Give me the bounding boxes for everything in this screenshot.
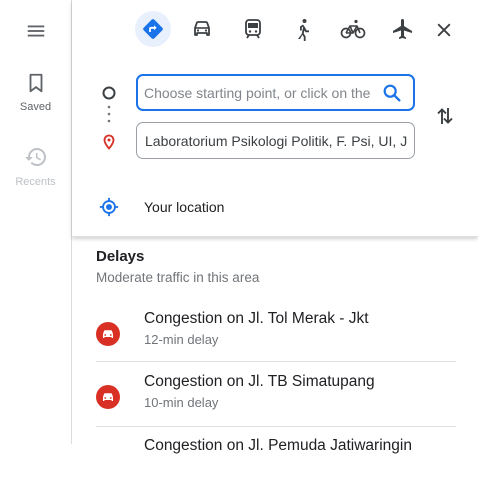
history-icon bbox=[24, 148, 46, 166]
close-icon bbox=[437, 23, 451, 37]
swap-vertical-icon bbox=[437, 108, 453, 124]
delay-item-duration: 12-min delay bbox=[144, 332, 219, 347]
bookmark-icon bbox=[29, 73, 42, 93]
delay-item-title: Congestion on Jl. Pemuda Jatiwaringin bbox=[144, 437, 412, 454]
starting-point-field[interactable] bbox=[136, 74, 415, 111]
menu-icon bbox=[27, 25, 44, 37]
delay-item-title: Congestion on Jl. TB Simatupang bbox=[144, 373, 375, 390]
traffic-incident-icon bbox=[96, 385, 120, 409]
mode-transit-button[interactable] bbox=[235, 11, 271, 47]
delay-item[interactable]: Congestion on Jl. Pemuda Jatiwaringin bbox=[96, 437, 456, 499]
directions-panel: Laboratorium Psikologi Politik, F. Psi, … bbox=[72, 0, 478, 237]
delay-item-duration: 10-min delay bbox=[144, 395, 219, 410]
traffic-incident-icon bbox=[96, 322, 120, 346]
search-icon bbox=[383, 84, 401, 102]
destination-field[interactable]: Laboratorium Psikologi Politik, F. Psi, … bbox=[136, 122, 415, 159]
left-rail: Saved Recents bbox=[0, 0, 72, 444]
airplane-icon bbox=[393, 19, 412, 39]
close-directions-button[interactable] bbox=[430, 16, 458, 44]
delay-item[interactable]: Congestion on Jl. Tol Merak - Jkt 12-min… bbox=[96, 310, 456, 372]
destination-input[interactable]: Laboratorium Psikologi Politik, F. Psi, … bbox=[137, 133, 407, 149]
recents-button[interactable]: Recents bbox=[0, 145, 71, 191]
destination-pin-icon bbox=[103, 134, 115, 150]
divider bbox=[96, 361, 456, 362]
mode-cycling-button[interactable] bbox=[335, 11, 371, 47]
mode-driving-button[interactable] bbox=[184, 11, 220, 47]
diamond-directions-icon bbox=[143, 19, 163, 39]
train-icon bbox=[245, 19, 261, 39]
swap-points-button[interactable] bbox=[433, 104, 457, 128]
route-markers bbox=[102, 86, 116, 150]
divider bbox=[96, 426, 456, 427]
recents-label: Recents bbox=[15, 176, 56, 188]
mode-walking-button[interactable] bbox=[285, 11, 321, 47]
your-location-row[interactable]: Your location bbox=[72, 180, 478, 232]
my-location-icon bbox=[99, 197, 119, 217]
saved-button[interactable]: Saved bbox=[0, 72, 71, 116]
delays-heading: Delays bbox=[96, 248, 145, 265]
walking-icon bbox=[298, 19, 309, 41]
your-location-label: Your location bbox=[144, 199, 225, 215]
bicycle-icon bbox=[340, 19, 366, 39]
delays-subtitle: Moderate traffic in this area bbox=[96, 270, 260, 285]
delay-item-title: Congestion on Jl. Tol Merak - Jkt bbox=[144, 310, 369, 327]
start-point-icon bbox=[102, 86, 116, 100]
mode-flights-button[interactable] bbox=[385, 11, 421, 47]
car-icon bbox=[194, 21, 210, 36]
delays-section: Delays Moderate traffic in this area Con… bbox=[72, 237, 478, 454]
mode-best-route-button[interactable] bbox=[135, 11, 171, 47]
saved-label: Saved bbox=[19, 101, 52, 113]
starting-point-input[interactable] bbox=[138, 77, 374, 108]
search-button[interactable] bbox=[381, 82, 403, 109]
menu-button[interactable] bbox=[0, 20, 71, 46]
